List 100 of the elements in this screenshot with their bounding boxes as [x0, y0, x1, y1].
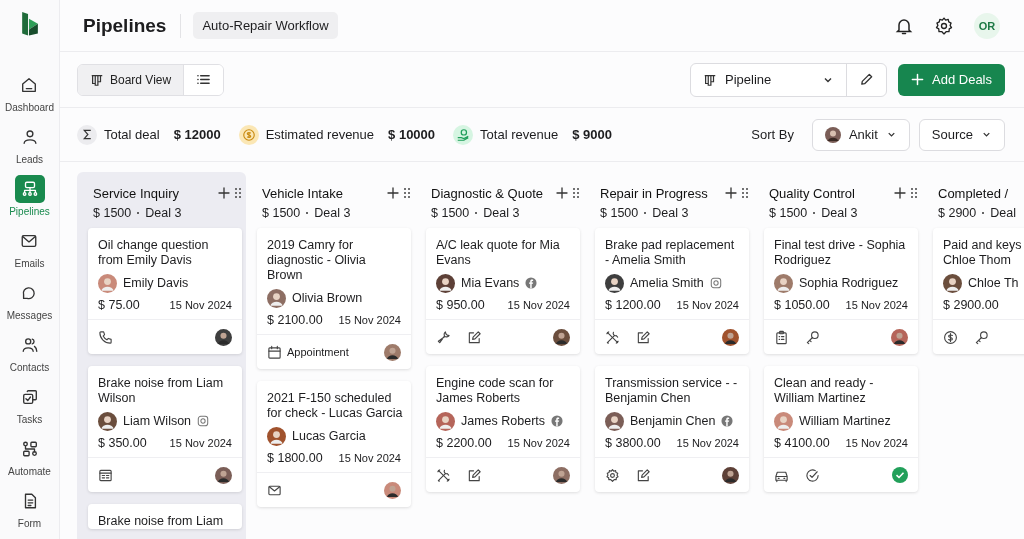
facebook-icon: [551, 415, 564, 427]
settings-icon[interactable]: [934, 15, 954, 36]
logo-icon: [19, 10, 40, 38]
deal-title: Engine code scan for James Roberts: [435, 376, 555, 406]
add-icon[interactable]: [556, 187, 568, 199]
coin-icon: [238, 124, 259, 145]
checklist-icon: [20, 388, 39, 407]
check-circle-icon[interactable]: [805, 467, 820, 483]
add-icon[interactable]: [387, 187, 399, 199]
sidebar-item[interactable]: Emails: [14, 227, 45, 280]
avatar: [215, 466, 232, 484]
list-view-tab[interactable]: [183, 64, 224, 95]
deal-amount: $ 1050.00: [774, 298, 830, 312]
source-dropdown[interactable]: Source: [918, 118, 1005, 151]
deal-card[interactable]: Brake noise from Liam Wilson Liam Wilson $ 350.00 15 Nov 2024: [88, 366, 242, 492]
deal-title: Brake noise from Liam: [97, 514, 225, 529]
stat-value: $ 12000: [173, 127, 221, 142]
add-icon[interactable]: [894, 187, 906, 199]
deal-card[interactable]: 2019 Camry for diagnostic - Olivia Brown Olivia Brown $ 2100.00 15 Nov 2024 Appointment: [257, 228, 411, 369]
edit-icon[interactable]: [636, 467, 651, 483]
deal-date: 15 Nov 2024: [845, 299, 908, 311]
clipboard-icon[interactable]: [774, 329, 789, 345]
add-icon[interactable]: [218, 187, 230, 199]
contact-name: Olivia Brown: [292, 291, 363, 305]
plus-icon: [911, 73, 924, 86]
deal-amount: $ 75.00: [98, 298, 140, 312]
appointment-button[interactable]: Appointment: [267, 344, 349, 360]
sidebar-item[interactable]: Dashboard: [5, 71, 54, 124]
deal-card[interactable]: Paid and keys Chloe Thom Chloe Th $ 2900.00: [933, 228, 1024, 354]
browser-window-icon[interactable]: [98, 467, 113, 483]
add-icon[interactable]: [725, 187, 737, 199]
deal-card[interactable]: Final test drive - Sophia Rodriguez Sophia Rodriguez $ 1050.00 15 Nov 2024: [764, 228, 918, 354]
drag-handle-icon[interactable]: [234, 187, 242, 199]
sidebar-item[interactable]: Automate: [8, 435, 51, 488]
stat-label: Total revenue: [480, 127, 559, 142]
tools-icon[interactable]: [605, 329, 620, 345]
sidebar-item[interactable]: Contacts: [9, 331, 50, 384]
dollar-coin-icon[interactable]: [943, 329, 958, 345]
avatar: [384, 481, 401, 499]
deal-date: 15 Nov 2024: [676, 299, 739, 311]
tools-icon[interactable]: [436, 467, 451, 483]
key-icon[interactable]: [805, 329, 820, 345]
edit-icon[interactable]: [467, 467, 482, 483]
deal-date: 15 Nov 2024: [676, 437, 739, 449]
sidebar-item[interactable]: Leads: [14, 123, 45, 176]
deal-title: Paid and keys Chloe Thom: [942, 238, 1023, 268]
board-view-tab[interactable]: Board View: [78, 64, 184, 95]
contact-name: Sophia Rodriguez: [799, 276, 899, 290]
camera-icon: [197, 415, 210, 427]
avatar: [891, 328, 908, 346]
user-avatar[interactable]: OR: [974, 12, 1000, 39]
stat-value: $ 9000: [572, 127, 612, 142]
contact-name: James Roberts: [461, 414, 546, 428]
deal-card[interactable]: 2021 F-150 scheduled for check - Lucas Garcia Lucas Garcia $ 1800.00 15 Nov 2024: [257, 381, 411, 507]
avatar: [605, 273, 624, 293]
deal-count: Deal 3: [145, 206, 182, 220]
owner-dropdown[interactable]: Ankit: [811, 118, 910, 151]
deal-card[interactable]: Clean and ready - William Martinez William Martinez $ 4100.00 15 Nov 2024: [764, 366, 918, 492]
drag-handle-icon[interactable]: [741, 187, 749, 199]
column-title: Quality Control: [769, 185, 855, 201]
deal-card[interactable]: Engine code scan for James Roberts James Roberts $ 2200.00 15 Nov 2024: [426, 366, 580, 492]
column-total: $ 1500: [431, 206, 470, 220]
sidebar-item[interactable]: Pipelines: [9, 175, 50, 228]
edit-icon[interactable]: [467, 329, 482, 345]
deal-amount: $ 950.00: [436, 298, 485, 312]
deal-count: Deal 3: [821, 206, 858, 220]
gear-icon[interactable]: [605, 467, 620, 483]
phone-icon[interactable]: [98, 329, 113, 345]
sidebar-item[interactable]: Messages: [6, 279, 53, 332]
deal-count: Deal: [990, 206, 1016, 220]
deal-date: 15 Nov 2024: [507, 299, 570, 311]
drag-handle-icon[interactable]: [403, 187, 411, 199]
deal-card[interactable]: Brake noise from Liam: [88, 504, 242, 529]
column-total: $ 1500: [93, 206, 132, 220]
calendar-icon: [267, 344, 282, 360]
deal-title: Brake pad replacement - Amelia Smith: [604, 238, 736, 268]
contact-name: Benjamin Chen: [630, 414, 716, 428]
avatar: [267, 288, 286, 308]
workflow-tag[interactable]: Auto-Repair Workflow: [193, 12, 338, 39]
column-title: Vehicle Intake: [262, 185, 343, 201]
workflow-icon: [20, 440, 39, 459]
deal-card[interactable]: Transmission service - - Benjamin Chen Benjamin Chen $ 3800.00 15 Nov 2024: [595, 366, 749, 492]
sidebar-item[interactable]: Tasks: [14, 383, 45, 436]
sidebar-item[interactable]: Form: [14, 487, 45, 539]
column-title: Completed /: [938, 185, 1009, 201]
contact-name: William Martinez: [799, 414, 891, 428]
deal-card[interactable]: Brake pad replacement - Amelia Smith Amelia Smith $ 1200.00 15 Nov 2024: [595, 228, 749, 354]
deal-date: 15 Nov 2024: [338, 314, 401, 326]
deal-card[interactable]: Oil change question from Emily Davis Emily Davis $ 75.00 15 Nov 2024: [88, 228, 242, 354]
camera-icon: [709, 277, 722, 289]
edit-icon[interactable]: [636, 329, 651, 345]
wrench-icon[interactable]: [436, 329, 451, 345]
deal-amount: $ 1200.00: [605, 298, 661, 312]
people-icon: [20, 336, 39, 355]
add-deals-button[interactable]: Add Deals: [898, 63, 1005, 96]
key-icon[interactable]: [974, 329, 989, 345]
check-badge-icon: [892, 467, 908, 483]
drag-handle-icon[interactable]: [910, 187, 918, 199]
drag-handle-icon[interactable]: [572, 187, 580, 199]
deal-card[interactable]: A/C leak quote for Mia Evans Mia Evans $ 950.00 15 Nov 2024: [426, 228, 580, 354]
